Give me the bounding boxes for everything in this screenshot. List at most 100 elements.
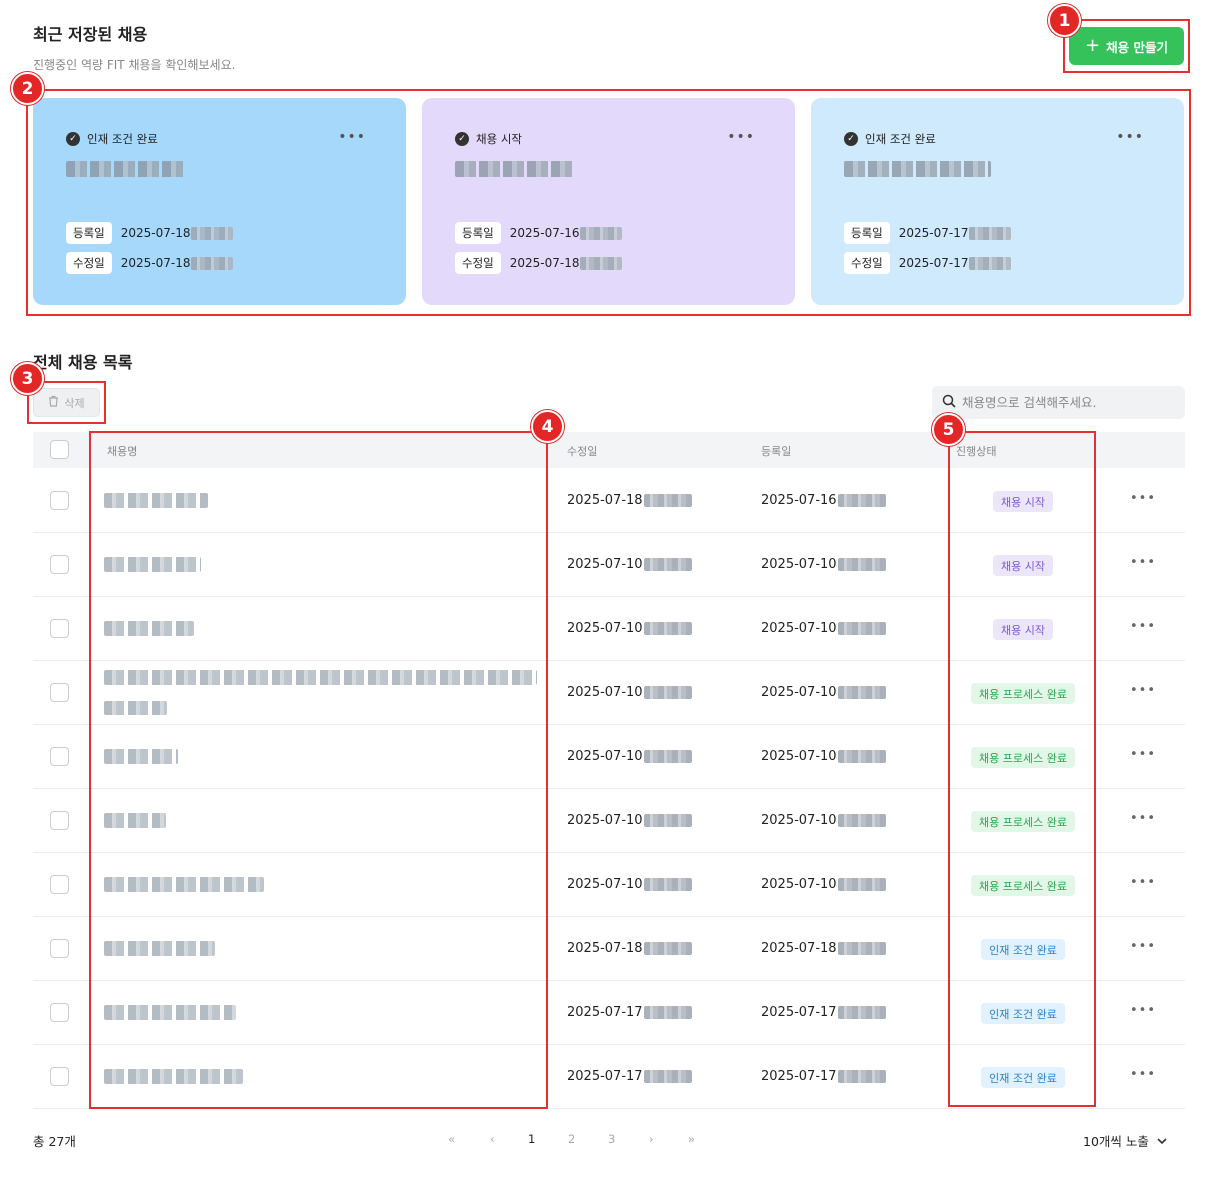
table-row[interactable]: 2025-07-17 2025-07-17 인재 조건 완료 ••• [33,981,1185,1045]
section-subtitle: 진행중인 역량 FIT 채용을 확인해보세요. [33,58,236,72]
page-2-button[interactable]: 2 [568,1132,575,1146]
card-registered-row: 등록일 2025-07-16 [455,222,622,244]
table-row[interactable]: 2025-07-10 2025-07-10 채용 프로세스 완료 ••• [33,661,1185,725]
more-options-icon[interactable]: ••• [727,129,755,145]
row-checkbox[interactable] [50,491,69,510]
modified-date: 2025-07-18 [567,941,643,956]
card-modified-row: 수정일 2025-07-18 [66,252,233,274]
redacted-time [837,558,886,571]
annotation-marker-3: 3 [11,362,44,395]
registered-date: 2025-07-10 [761,877,837,892]
recruitment-name-redacted[interactable] [104,621,194,636]
row-checkbox[interactable] [50,811,69,830]
more-options-icon[interactable]: ••• [1130,619,1156,634]
recruitment-name-redacted[interactable] [104,813,166,828]
page-3-button[interactable]: 3 [608,1132,615,1146]
more-options-icon[interactable]: ••• [1130,1067,1156,1082]
redacted-time [643,558,692,571]
more-options-icon[interactable]: ••• [1116,129,1144,145]
page-1-button[interactable]: 1 [528,1132,535,1146]
table-row[interactable]: 2025-07-17 2025-07-17 인재 조건 완료 ••• [33,1045,1185,1109]
check-circle-icon: ✓ [455,132,469,146]
row-checkbox[interactable] [50,619,69,638]
redacted-time [837,814,886,827]
chevron-down-icon [1157,1133,1167,1148]
recruitment-name-redacted[interactable] [104,1069,243,1084]
recent-recruitment-card[interactable]: ✓ 채용 시작 ••• 등록일 2025-07-16 수정일 2025-07-18 [422,98,795,305]
table-row[interactable]: 2025-07-18 2025-07-16 채용 시작 ••• [33,469,1185,533]
trash-icon [48,395,59,410]
recruitment-name-redacted[interactable] [104,1005,236,1020]
modified-date-cell: 2025-07-17 [567,1069,692,1084]
row-checkbox[interactable] [50,683,69,702]
table-row[interactable]: 2025-07-10 2025-07-10 채용 프로세스 완료 ••• [33,853,1185,917]
create-recruitment-button[interactable]: + 채용 만들기 [1069,27,1184,65]
search-input[interactable] [962,395,1172,410]
delete-button[interactable]: 삭제 [33,388,100,417]
recruitment-name-redacted[interactable] [104,941,215,956]
table-row[interactable]: 2025-07-18 2025-07-18 인재 조건 완료 ••• [33,917,1185,981]
modified-date: 2025-07-10 [567,749,643,764]
more-options-icon[interactable]: ••• [1130,683,1156,698]
more-options-icon[interactable]: ••• [1130,875,1156,890]
card-status-label: 인재 조건 완료 [865,132,936,146]
recruitment-name-redacted[interactable] [104,493,208,508]
redacted-time [643,814,692,827]
row-checkbox[interactable] [50,1067,69,1086]
more-options-icon[interactable]: ••• [1130,811,1156,826]
more-options-icon[interactable]: ••• [338,129,366,145]
select-all-checkbox[interactable] [50,440,69,459]
more-options-icon[interactable]: ••• [1130,555,1156,570]
recruitment-name-redacted[interactable] [104,557,201,572]
registered-date: 2025-07-10 [761,813,837,828]
redacted-time [579,256,622,270]
card-title-redacted [844,161,991,177]
registered-date-cell: 2025-07-17 [761,1005,886,1020]
row-checkbox[interactable] [50,555,69,574]
per-page-select[interactable]: 10개씩 노출 [1083,1131,1167,1150]
search-icon [942,394,956,411]
row-checkbox[interactable] [50,875,69,894]
modified-date-cell: 2025-07-10 [567,813,692,828]
search-box[interactable] [932,386,1185,419]
table-row[interactable]: 2025-07-10 2025-07-10 채용 프로세스 완료 ••• [33,789,1185,853]
recruitment-name-redacted[interactable] [104,877,264,892]
recruitment-name-redacted[interactable] [104,670,537,685]
more-options-icon[interactable]: ••• [1130,1003,1156,1018]
next-page-button[interactable]: › [649,1132,654,1146]
check-circle-icon: ✓ [844,132,858,146]
table-row[interactable]: 2025-07-10 2025-07-10 채용 시작 ••• [33,533,1185,597]
recruitment-name-redacted[interactable] [104,749,178,764]
recent-recruitment-card[interactable]: ✓ 인재 조건 완료 ••• 등록일 2025-07-18 수정일 2025-07-1… [33,98,406,305]
redacted-time [837,494,886,507]
redacted-time [190,256,233,270]
more-options-icon[interactable]: ••• [1130,491,1156,506]
modified-date: 2025-07-18 [120,256,191,270]
last-page-button[interactable]: » [688,1132,695,1146]
row-checkbox[interactable] [50,1003,69,1022]
prev-page-button[interactable]: ‹ [490,1132,495,1146]
registered-date-cell: 2025-07-10 [761,557,886,572]
card-registered-row: 등록일 2025-07-17 [844,222,1011,244]
registered-date: 2025-07-10 [761,749,837,764]
redacted-time [643,1006,692,1019]
card-modified-row: 수정일 2025-07-18 [455,252,622,274]
modified-date: 2025-07-10 [567,685,643,700]
column-header-status[interactable]: 진행상태 [956,443,996,459]
table-row[interactable]: 2025-07-10 2025-07-10 채용 시작 ••• [33,597,1185,661]
column-header-modified[interactable]: 수정일 [567,443,597,459]
column-header-registered[interactable]: 등록일 [761,443,791,459]
more-options-icon[interactable]: ••• [1130,747,1156,762]
check-circle-icon: ✓ [66,132,80,146]
first-page-button[interactable]: « [448,1132,455,1146]
modified-date-cell: 2025-07-10 [567,557,692,572]
registered-date: 2025-07-10 [761,685,837,700]
column-header-name[interactable]: 채용명 [107,443,137,459]
row-checkbox[interactable] [50,939,69,958]
more-options-icon[interactable]: ••• [1130,939,1156,954]
recent-recruitment-card[interactable]: ✓ 인재 조건 완료 ••• 등록일 2025-07-17 수정일 2025-07-1… [811,98,1184,305]
table-row[interactable]: 2025-07-10 2025-07-10 채용 프로세스 완료 ••• [33,725,1185,789]
registered-label: 등록일 [844,222,890,244]
row-checkbox[interactable] [50,747,69,766]
registered-date-cell: 2025-07-10 [761,685,886,700]
